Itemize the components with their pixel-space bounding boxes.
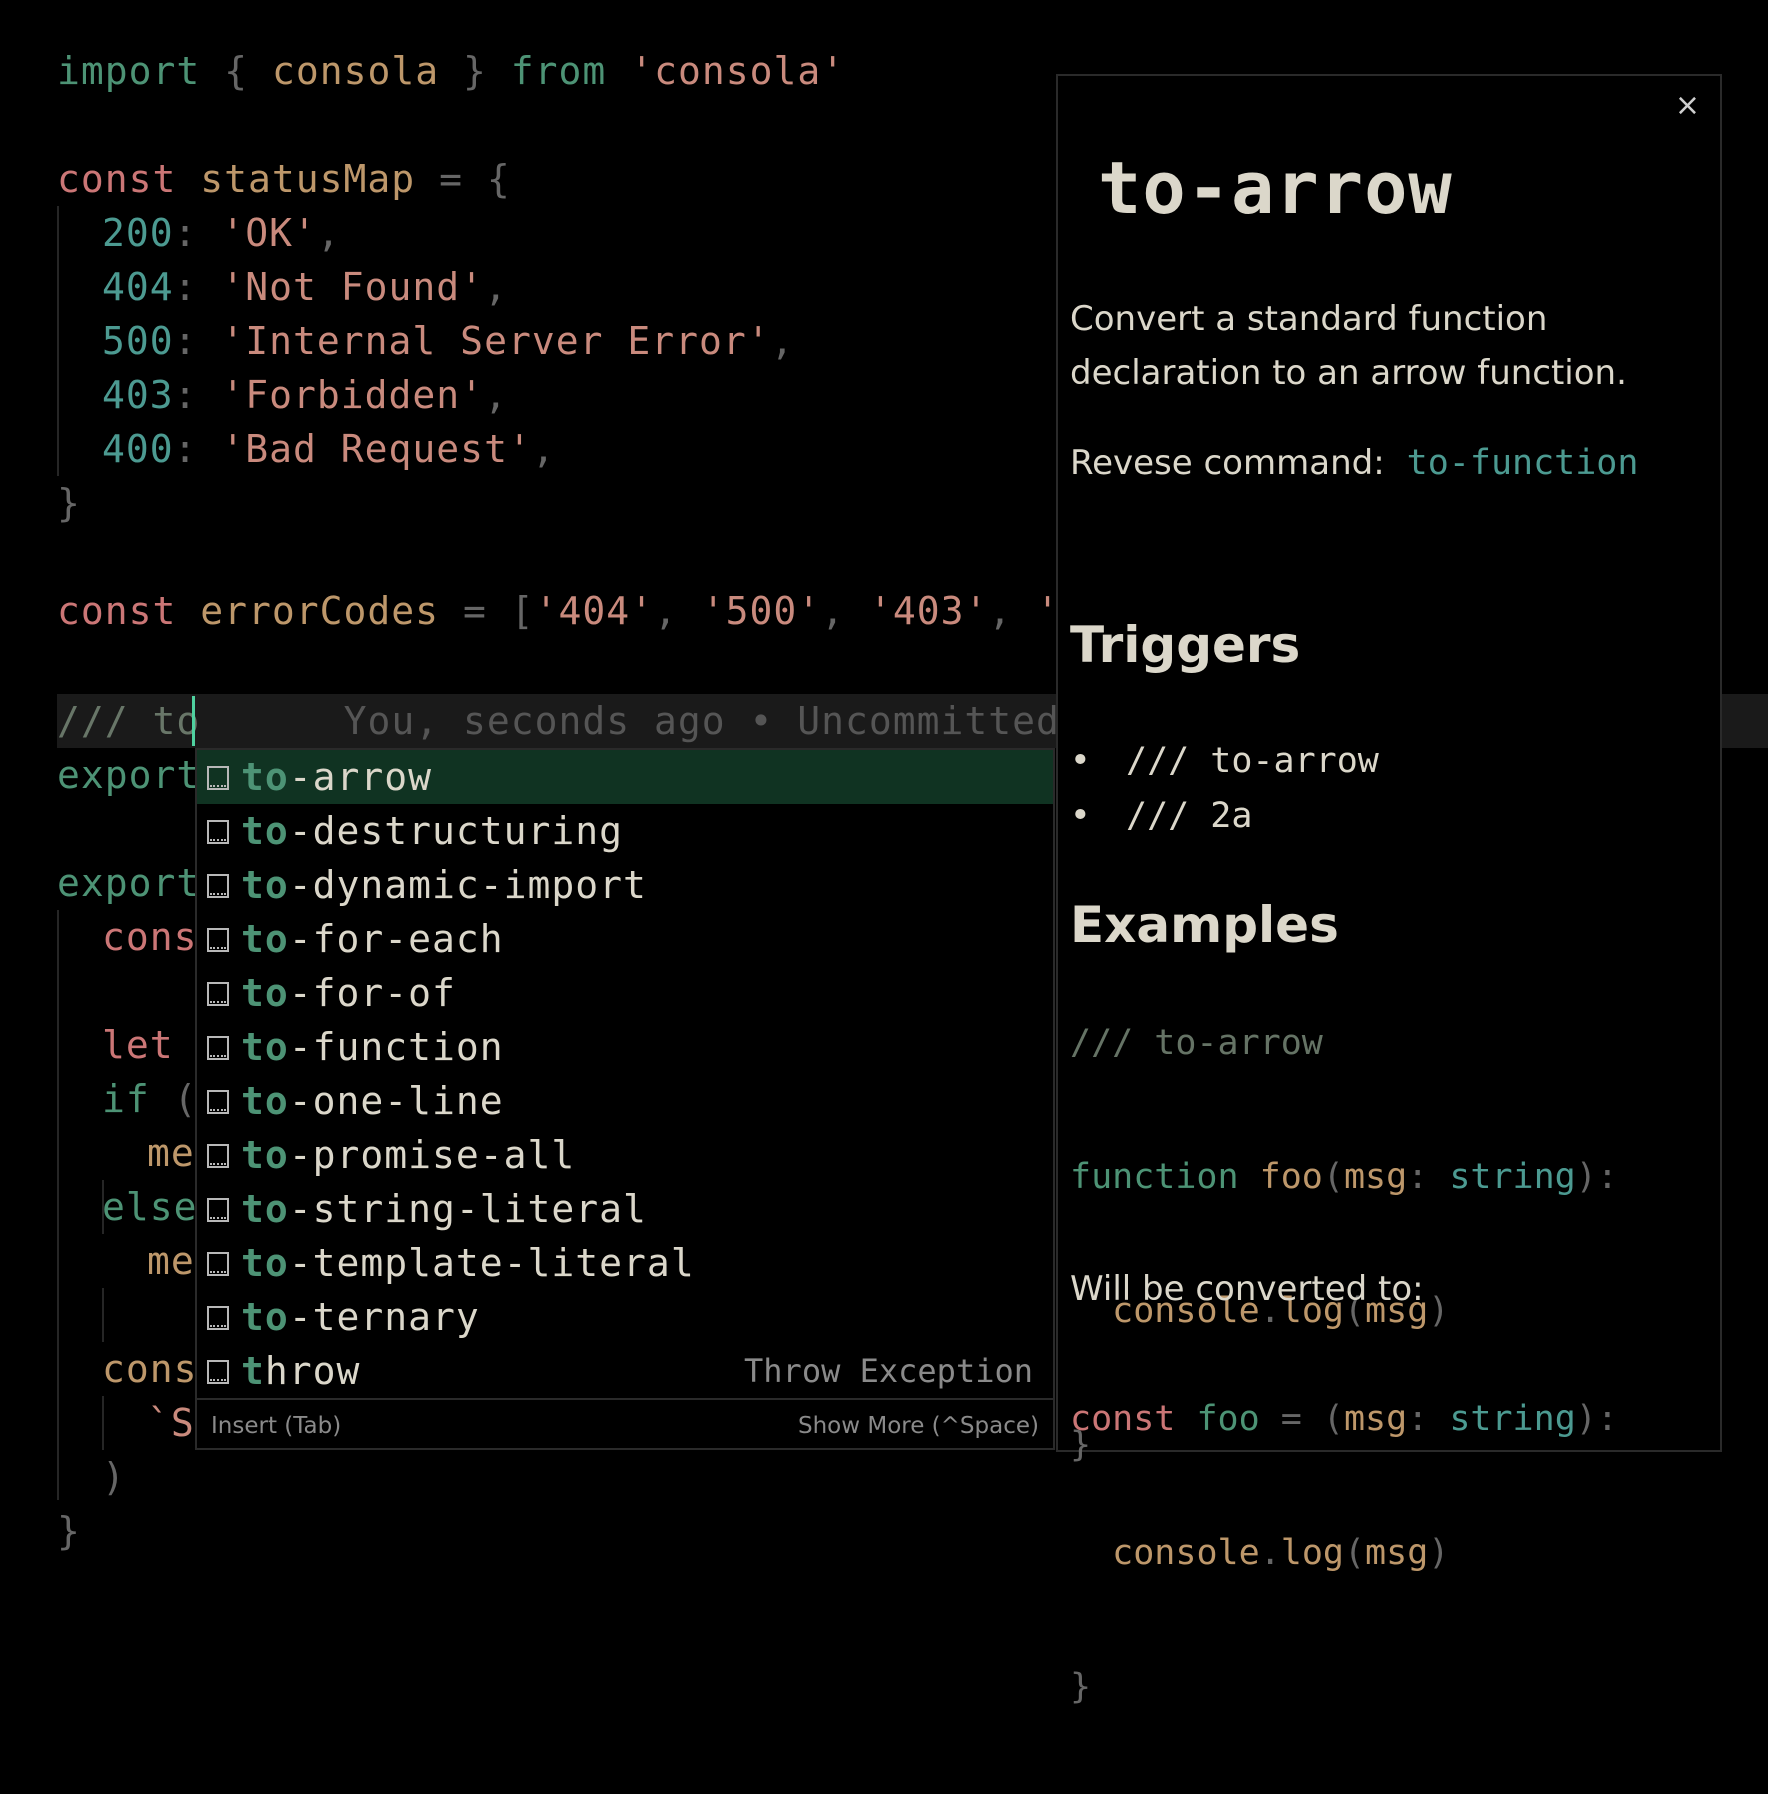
code-line: cons (102, 915, 198, 959)
suggestion-footer: Insert (Tab) Show More (^Space) (197, 1398, 1053, 1450)
triggers-list: •/// to-arrow •/// 2a (1070, 734, 1379, 844)
suggestion-item-to-string-literal[interactable]: to-string-literal (197, 1182, 1053, 1236)
snippet-icon (207, 1252, 229, 1276)
array-item: '404' (534, 589, 655, 633)
code-line: export (57, 753, 201, 797)
code-line: } (57, 1509, 81, 1553)
number-key: 403 (102, 373, 174, 417)
code-line: 400: 'Bad Request', (102, 427, 556, 471)
string-literal: 'Not Found' (221, 265, 485, 309)
suggestion-item-to-destructuring[interactable]: to-destructuring (197, 804, 1053, 858)
indent-guide (102, 1288, 104, 1342)
code-line: const statusMap = { (57, 152, 511, 206)
snippet-icon (207, 1198, 229, 1222)
code-line: ) (102, 1455, 126, 1499)
snippet-icon (207, 1090, 229, 1114)
punctuation: { (224, 49, 249, 93)
snippet-icon (207, 820, 229, 844)
indent-guide (57, 206, 59, 476)
string-literal: 'Forbidden' (221, 373, 485, 417)
comment: /// to (57, 699, 201, 743)
identifier: errorCodes (200, 589, 440, 633)
array-item: '500' (701, 589, 822, 633)
snippet-icon (207, 982, 229, 1006)
string-literal: 'OK' (221, 211, 317, 255)
indent-guide (57, 910, 59, 1500)
code-line-current[interactable]: /// to You, seconds ago • Uncommitted c (57, 694, 1108, 748)
git-blame-annotation: You, seconds ago • Uncommitted c (343, 699, 1108, 743)
suggestion-details-panel: × to-arrow Convert a standard function d… (1056, 74, 1722, 1707)
code-line: 403: 'Forbidden', (102, 373, 508, 417)
code-line: 200: 'OK', (102, 211, 341, 255)
identifier: consola (271, 49, 440, 93)
suggestion-item-to-one-line[interactable]: to-one-line (197, 1074, 1053, 1128)
code-line: `S (147, 1401, 195, 1445)
suggestion-item-to-ternary[interactable]: to-ternary (197, 1290, 1053, 1344)
example-after-code: const foo = (msg: string): console.log(m… (1070, 1399, 1618, 1707)
punctuation: } (463, 49, 487, 93)
snippet-icon (207, 1144, 229, 1168)
suggestion-item-to-arrow[interactable]: to-arrow (197, 750, 1053, 804)
code-line: 404: 'Not Found', (102, 265, 508, 309)
code-line: else (102, 1185, 198, 1229)
reverse-command-value: to-function (1406, 443, 1639, 483)
indent-guide (102, 1396, 104, 1450)
operator: = (439, 157, 463, 201)
suggestion-item-to-template-literal[interactable]: to-template-literal (197, 1236, 1053, 1290)
close-icon[interactable]: × (1675, 88, 1700, 123)
array-item: '403' (868, 589, 989, 633)
text-cursor (192, 696, 195, 746)
show-more-hint[interactable]: Show More (^Space) (798, 1400, 1039, 1452)
code-line: let (102, 1023, 174, 1067)
code-line: me (147, 1131, 195, 1175)
code-line: cons (102, 1347, 198, 1391)
string-literal: 'consola' (630, 49, 846, 93)
keyword: const (57, 157, 177, 201)
string-literal: 'Internal Server Error' (221, 319, 771, 363)
code-line: import { consola } from 'consola' (57, 44, 845, 98)
punctuation: { (486, 157, 511, 201)
snippet-icon (207, 1360, 229, 1384)
number-key: 500 (102, 319, 174, 363)
details-description: Convert a standard function declaration … (1070, 299, 1627, 393)
identifier: statusMap (200, 157, 416, 201)
number-key: 400 (102, 427, 174, 471)
number-key: 200 (102, 211, 174, 255)
insert-hint[interactable]: Insert (Tab) (211, 1400, 341, 1452)
string-literal: 'Bad Request' (221, 427, 532, 471)
suggestion-item-throw[interactable]: throw Throw Exception (197, 1344, 1053, 1398)
list-item: •/// 2a (1070, 796, 1253, 836)
suggestion-item-to-promise-all[interactable]: to-promise-all (197, 1128, 1053, 1182)
code-line: } (57, 481, 81, 525)
number-key: 404 (102, 265, 174, 309)
reverse-command: Revese command: to-function (1070, 443, 1639, 483)
converted-label: Will be converted to: (1070, 1269, 1424, 1309)
suggestion-item-to-for-of[interactable]: to-for-of (197, 966, 1053, 1020)
snippet-icon (207, 928, 229, 952)
list-item: •/// to-arrow (1070, 741, 1379, 781)
code-line: me (147, 1239, 195, 1283)
snippet-icon (207, 874, 229, 898)
keyword: import (57, 49, 201, 93)
snippet-icon (207, 766, 229, 790)
code-line: if ( (102, 1077, 198, 1121)
code-line: 500: 'Internal Server Error', (102, 319, 795, 363)
keyword: from (510, 49, 607, 93)
suggestion-detail: Throw Exception (744, 1352, 1033, 1390)
snippet-icon (207, 1036, 229, 1060)
code-line: export (57, 861, 201, 905)
suggestion-item-to-for-each[interactable]: to-for-each (197, 912, 1053, 966)
suggestion-item-to-function[interactable]: to-function (197, 1020, 1053, 1074)
keyword: const (57, 589, 177, 633)
snippet-icon (207, 1306, 229, 1330)
code-line: const errorCodes = ['404', '500', '403',… (57, 584, 1108, 638)
triggers-heading: Triggers (1070, 616, 1301, 674)
suggestion-item-to-dynamic-import[interactable]: to-dynamic-import (197, 858, 1053, 912)
suggestion-list[interactable]: to-arrow to-destructuring to-dynamic-imp… (195, 748, 1055, 1450)
details-title: to-arrow (1098, 146, 1453, 230)
